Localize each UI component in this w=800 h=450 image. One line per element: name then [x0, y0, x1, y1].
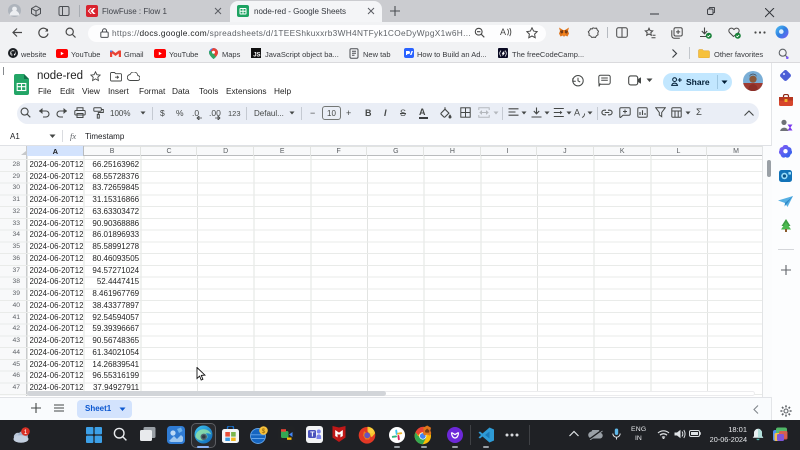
- svg-text:1: 1: [24, 429, 28, 436]
- svg-text:A: A: [574, 108, 580, 118]
- svg-text:JS: JS: [253, 53, 260, 58]
- svg-text:$: $: [262, 428, 266, 435]
- svg-text:T: T: [310, 432, 315, 439]
